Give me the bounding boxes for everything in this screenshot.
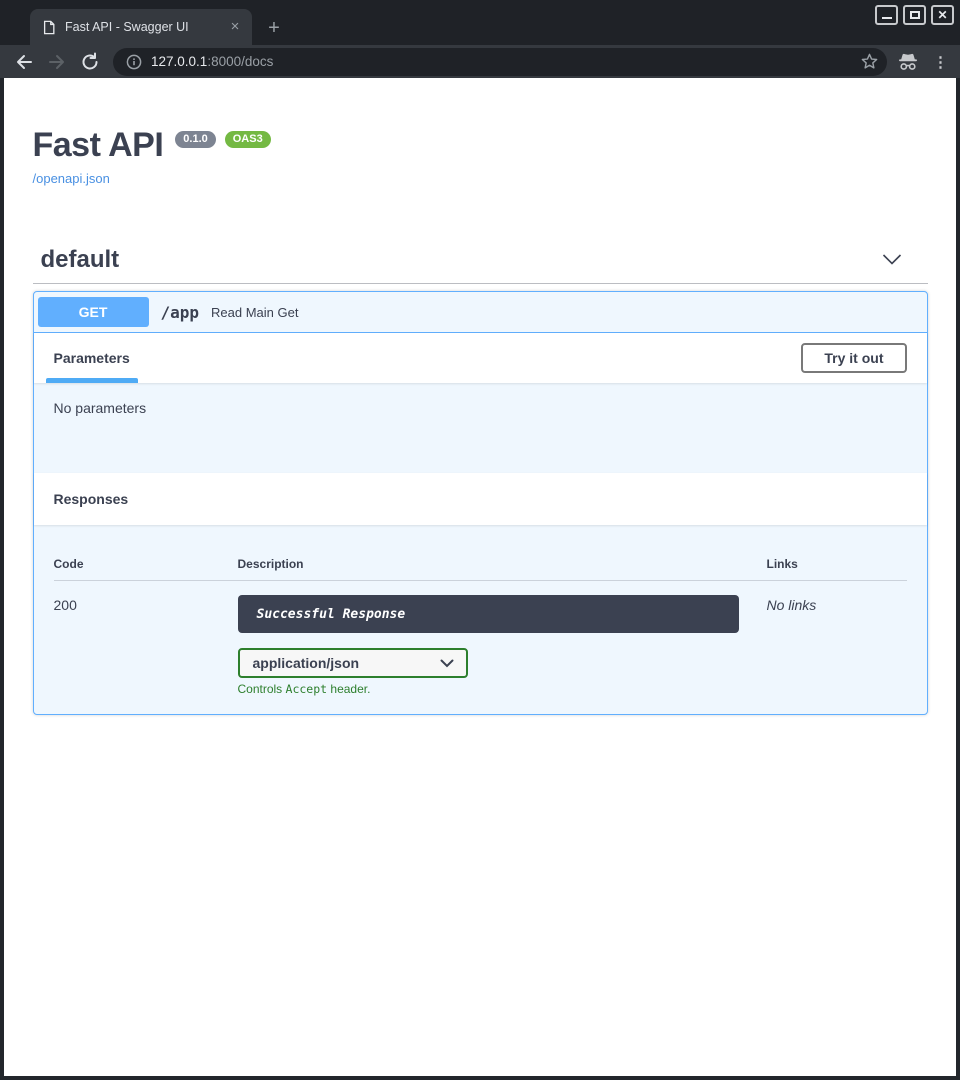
note-accept-code: Accept [286,682,328,696]
responses-label: Responses [54,491,129,507]
media-type-value: application/json [253,655,360,671]
response-description-box: Successful Response [238,595,739,633]
url-host: 127.0.0.1 [151,54,207,69]
no-parameters-text: No parameters [54,400,147,416]
column-links: Links [767,557,907,571]
api-badges: 0.1.0 OAS3 [175,131,270,148]
response-links: No links [767,595,907,633]
response-description: Successful Response [257,607,406,622]
media-type-select[interactable]: application/json [238,648,468,678]
version-badge: 0.1.0 [175,131,215,148]
minimize-button[interactable] [875,5,898,25]
note-suffix: header. [327,682,370,696]
window-controls: ✕ [875,5,954,25]
response-row-200: 200 Successful Response No links [54,581,907,633]
response-code: 200 [54,595,238,633]
api-info: Fast API 0.1.0 OAS3 [33,128,928,162]
responses-table-header: Code Description Links [54,525,907,581]
back-icon[interactable] [14,52,34,72]
operation-summary[interactable]: GET /app Read Main Get [34,292,927,333]
openapi-spec-link[interactable]: /openapi.json [33,171,110,186]
browser-toolbar: 127.0.0.1:8000/docs ⋮ [0,45,960,78]
column-code: Code [54,557,238,571]
select-chevron-icon [440,659,454,668]
swagger-ui: Fast API 0.1.0 OAS3 /openapi.json defaul… [33,78,928,715]
page-favicon-icon [42,20,56,35]
browser-tab[interactable]: Fast API - Swagger UI × [30,9,252,45]
opblock-get-app: GET /app Read Main Get Parameters Try it… [33,291,928,715]
browser-window: Fast API - Swagger UI × + ✕ 127.0.0 [0,0,960,1080]
media-type-row: application/json Controls Accept header. [238,648,907,696]
operation-path: /app [161,303,200,322]
responses-header: Responses [34,473,927,525]
incognito-icon [897,52,919,72]
browser-titlebar: Fast API - Swagger UI × + ✕ [0,0,960,45]
operation-description: Read Main Get [211,305,298,320]
maximize-icon [910,11,920,19]
parameters-label: Parameters [54,350,130,366]
bookmark-star-icon[interactable] [860,52,879,71]
forward-icon[interactable] [47,52,67,72]
reload-icon[interactable] [80,52,100,72]
maximize-button[interactable] [903,5,926,25]
api-title: Fast API [33,128,164,162]
parameters-body: No parameters [34,383,927,473]
tab-close-icon[interactable]: × [226,18,244,36]
tab-parameters[interactable]: Parameters [46,333,138,383]
responses-body: Code Description Links 200 Successful Re… [34,525,927,714]
tab-title: Fast API - Swagger UI [65,20,226,34]
toolbar-right: ⋮ [897,52,948,72]
note-prefix: Controls [238,682,286,696]
chevron-down-icon[interactable] [882,254,902,266]
close-icon: ✕ [937,9,947,21]
page-content: Fast API 0.1.0 OAS3 /openapi.json defaul… [4,78,956,1076]
column-description: Description [238,557,767,571]
section-divider [33,283,928,284]
url-text: 127.0.0.1:8000/docs [151,54,860,69]
site-info-icon[interactable] [126,54,142,70]
tag-section-header[interactable]: default [33,246,928,274]
parameters-header: Parameters Try it out [34,333,927,383]
tag-name: default [41,246,120,274]
accept-header-note: Controls Accept header. [238,682,907,696]
new-tab-button[interactable]: + [262,17,286,40]
try-it-out-button[interactable]: Try it out [801,343,906,373]
minimize-icon [882,17,892,19]
url-path: :8000/docs [207,54,273,69]
browser-menu-icon[interactable]: ⋮ [933,53,948,71]
method-badge: GET [38,297,149,327]
close-button[interactable]: ✕ [931,5,954,25]
address-bar[interactable]: 127.0.0.1:8000/docs [113,48,887,76]
oas-badge: OAS3 [225,131,271,148]
